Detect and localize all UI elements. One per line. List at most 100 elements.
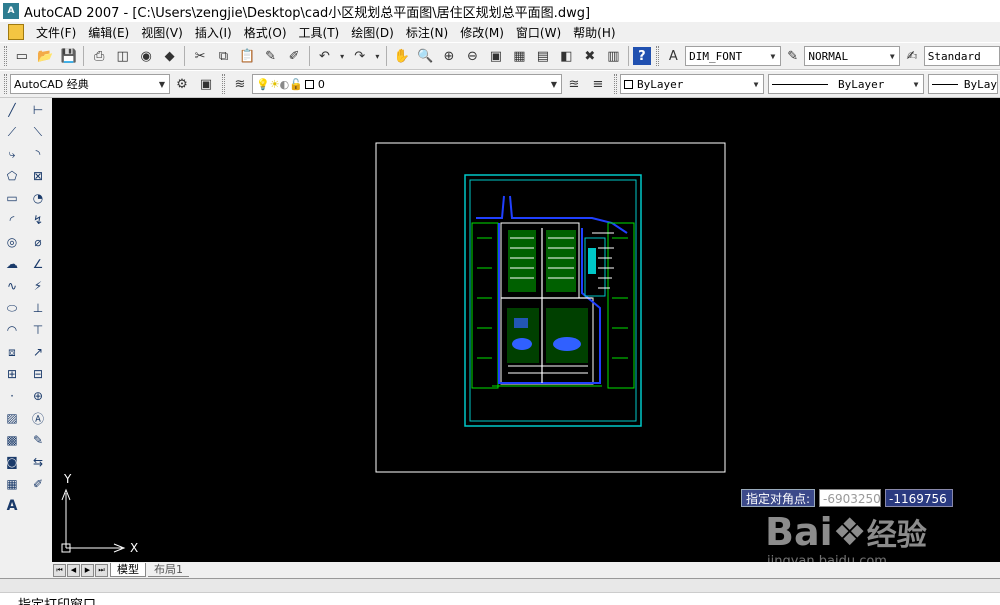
- first-tab-icon[interactable]: ⏮: [53, 563, 66, 577]
- workspace-combo[interactable]: AutoCAD 经典 ▼: [10, 74, 170, 94]
- layer-on-icon[interactable]: 💡: [256, 78, 270, 91]
- aligned-dimension-icon[interactable]: ⟍: [27, 122, 49, 142]
- chevron-down-icon[interactable]: ▼: [749, 75, 763, 93]
- color-combo[interactable]: ByLayer ▼: [620, 74, 764, 94]
- continue-dimension-icon[interactable]: ⊤: [27, 320, 49, 340]
- plot-preview-icon[interactable]: ◫: [112, 45, 133, 67]
- tab-model[interactable]: 模型: [110, 563, 146, 577]
- hatch-icon[interactable]: ▨: [1, 408, 23, 428]
- toolbar-grip[interactable]: [4, 74, 7, 94]
- new-file-icon[interactable]: ▭: [11, 45, 32, 67]
- undo-dropdown-icon[interactable]: ▾: [337, 45, 347, 67]
- coord-x-input[interactable]: -6903250: [819, 489, 882, 507]
- line-icon[interactable]: ╱: [1, 100, 23, 120]
- menu-edit[interactable]: 编辑(E): [82, 24, 135, 41]
- baseline-dimension-icon[interactable]: ⊥: [27, 298, 49, 318]
- circle-icon[interactable]: ◎: [1, 232, 23, 252]
- chevron-down-icon[interactable]: ▼: [885, 47, 899, 65]
- layer-lock-icon[interactable]: 🔓: [289, 78, 303, 91]
- workspace-settings-icon[interactable]: ⚙: [171, 73, 193, 95]
- ellipse-icon[interactable]: ⬭: [1, 298, 23, 318]
- menu-draw[interactable]: 绘图(D): [345, 24, 400, 41]
- menu-format[interactable]: 格式(O): [238, 24, 293, 41]
- layer-combo[interactable]: 💡 ☀ ◐ 🔓 0 ▼: [252, 74, 562, 94]
- plot-style-icon[interactable]: ✎: [782, 45, 803, 67]
- block-editor-icon[interactable]: ✐: [283, 45, 304, 67]
- open-file-icon[interactable]: 📂: [34, 45, 55, 67]
- construction-line-icon[interactable]: ⟋: [1, 122, 23, 142]
- calculator-icon[interactable]: ▥: [603, 45, 624, 67]
- redo-icon[interactable]: ↷: [349, 45, 370, 67]
- layer-manager-icon[interactable]: ≋: [229, 73, 251, 95]
- undo-icon[interactable]: ↶: [314, 45, 335, 67]
- design-center-icon[interactable]: ▦: [509, 45, 530, 67]
- plot-icon[interactable]: ⎙: [88, 45, 109, 67]
- menu-window[interactable]: 窗口(W): [510, 24, 567, 41]
- dimension-edit-icon[interactable]: Ⓐ: [27, 408, 49, 428]
- pan-icon[interactable]: ✋: [391, 45, 412, 67]
- menu-view[interactable]: 视图(V): [135, 24, 189, 41]
- make-object-layer-current-icon[interactable]: ≊: [563, 73, 585, 95]
- command-window[interactable]: 指定打印窗口: [0, 578, 1000, 605]
- previous-tab-icon[interactable]: ◀: [67, 563, 80, 577]
- match-properties-icon[interactable]: ✎: [260, 45, 281, 67]
- menu-dimension[interactable]: 标注(N): [400, 24, 454, 41]
- chevron-down-icon[interactable]: ▼: [766, 47, 780, 65]
- linear-dimension-icon[interactable]: ⊢: [27, 100, 49, 120]
- coord-y-input[interactable]: -1169756: [885, 489, 954, 507]
- dimension-style-icon[interactable]: ✐: [27, 474, 49, 494]
- text-style-icon[interactable]: ✍: [901, 45, 922, 67]
- layer-previous-icon[interactable]: ≡: [587, 73, 609, 95]
- quick-leader-icon[interactable]: ↗: [27, 342, 49, 362]
- radius-dimension-icon[interactable]: ◔: [27, 188, 49, 208]
- menu-tools[interactable]: 工具(T): [293, 24, 346, 41]
- toolbar-grip[interactable]: [222, 74, 225, 94]
- layer-viewport-icon[interactable]: ◐: [280, 78, 290, 91]
- dimension-update-icon[interactable]: ⇆: [27, 452, 49, 472]
- last-tab-icon[interactable]: ⏭: [95, 563, 108, 577]
- help-icon[interactable]: ?: [633, 47, 651, 65]
- chevron-down-icon[interactable]: ▼: [547, 75, 561, 93]
- menu-insert[interactable]: 插入(I): [189, 24, 238, 41]
- zoom-window-icon[interactable]: ⊕: [438, 45, 459, 67]
- arc-icon[interactable]: ◜: [1, 210, 23, 230]
- chevron-down-icon[interactable]: ▼: [909, 75, 923, 93]
- arc-length-icon[interactable]: ◝: [27, 144, 49, 164]
- zoom-previous-icon[interactable]: ⊖: [462, 45, 483, 67]
- save-icon[interactable]: 💾: [58, 45, 79, 67]
- tolerance-icon[interactable]: ⊟: [27, 364, 49, 384]
- multiline-text-icon[interactable]: A: [1, 496, 23, 516]
- revision-cloud-icon[interactable]: ☁: [1, 254, 23, 274]
- cut-icon[interactable]: ✂: [189, 45, 210, 67]
- autocad-app-icon[interactable]: A: [3, 3, 19, 19]
- polyline-icon[interactable]: ⤷: [1, 144, 23, 164]
- dimension-text-edit-icon[interactable]: ✎: [27, 430, 49, 450]
- rectangle-icon[interactable]: ▭: [1, 188, 23, 208]
- my-workspace-icon[interactable]: ▣: [195, 73, 217, 95]
- quick-dimension-icon[interactable]: ⚡: [27, 276, 49, 296]
- ellipse-arc-icon[interactable]: ◠: [1, 320, 23, 340]
- 3d-dwf-icon[interactable]: ◆: [159, 45, 180, 67]
- sheet-set-icon[interactable]: ◧: [556, 45, 577, 67]
- redo-dropdown-icon[interactable]: ▾: [372, 45, 382, 67]
- toolbar-grip[interactable]: [4, 46, 7, 66]
- gradient-icon[interactable]: ▩: [1, 430, 23, 450]
- menu-help[interactable]: 帮助(H): [567, 24, 621, 41]
- tab-layout1[interactable]: 布局1: [148, 563, 189, 577]
- properties-icon[interactable]: ▣: [485, 45, 506, 67]
- toolbar-grip[interactable]: [655, 46, 659, 66]
- jogged-dimension-icon[interactable]: ↯: [27, 210, 49, 230]
- zoom-realtime-icon[interactable]: 🔍: [415, 45, 436, 67]
- document-icon[interactable]: [8, 24, 24, 40]
- copy-icon[interactable]: ⧉: [213, 45, 234, 67]
- toolbar-grip[interactable]: [614, 74, 617, 94]
- text-style-combo[interactable]: Standard: [923, 46, 1000, 66]
- table-icon[interactable]: ▦: [1, 474, 23, 494]
- insert-block-icon[interactable]: ⧈: [1, 342, 23, 362]
- plot-style-combo[interactable]: NORMAL ▼: [804, 46, 901, 66]
- tool-palettes-icon[interactable]: ▤: [532, 45, 553, 67]
- linetype-combo[interactable]: ByLayer ▼: [768, 74, 924, 94]
- publish-icon[interactable]: ◉: [135, 45, 156, 67]
- layer-freeze-icon[interactable]: ☀: [270, 78, 280, 91]
- paste-icon[interactable]: 📋: [236, 45, 257, 67]
